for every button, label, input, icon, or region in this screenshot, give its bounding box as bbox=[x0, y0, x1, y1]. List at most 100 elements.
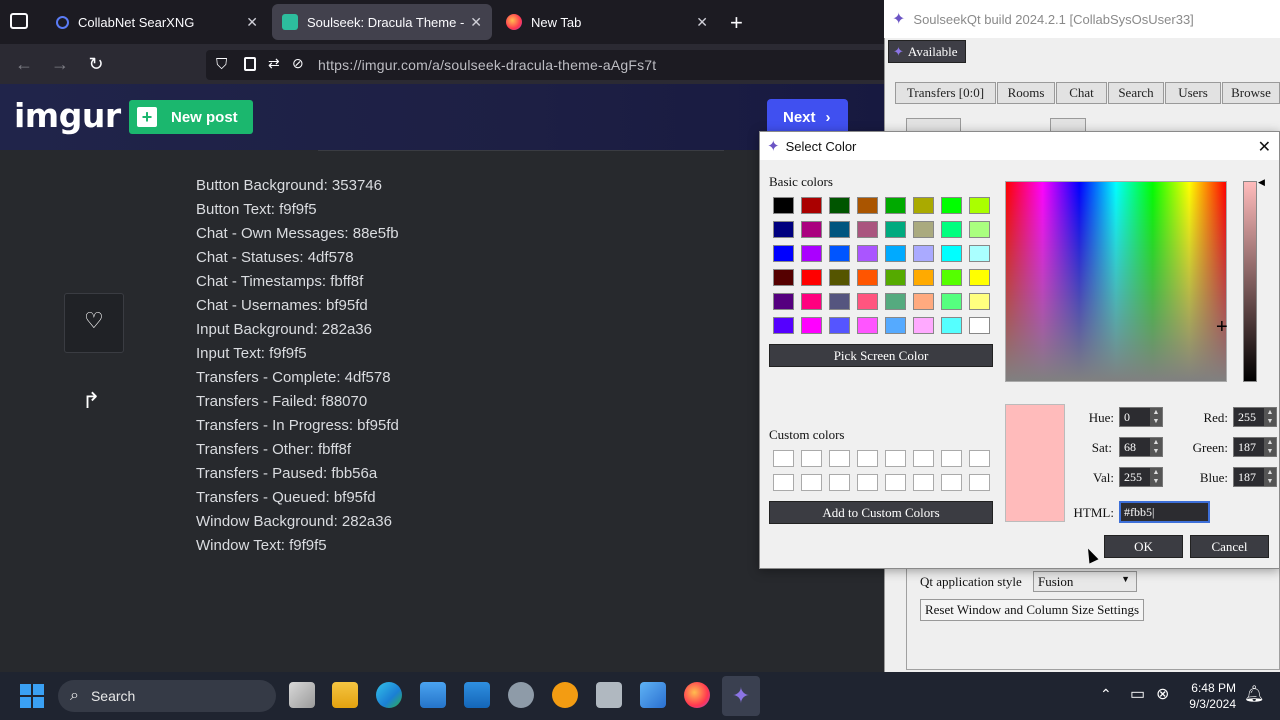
value-slider[interactable] bbox=[1243, 181, 1257, 382]
spin-arrows-icon[interactable]: ▲ ▼ bbox=[1150, 408, 1162, 426]
lock-icon[interactable] bbox=[244, 57, 256, 71]
tracking-off-icon[interactable]: ⊘ bbox=[292, 55, 304, 72]
basic-color-swatch[interactable] bbox=[969, 245, 990, 262]
basic-color-swatch[interactable] bbox=[829, 317, 850, 334]
spin-arrows-icon[interactable]: ▲ ▼ bbox=[1264, 438, 1276, 456]
tab-rooms[interactable]: Rooms bbox=[997, 82, 1055, 104]
basic-color-swatch[interactable] bbox=[773, 269, 794, 286]
tab-imgur[interactable]: Soulseek: Dracula Theme - Imgur ✕ bbox=[272, 4, 492, 40]
ok-button[interactable]: OK bbox=[1104, 535, 1183, 558]
forward-icon[interactable]: → bbox=[50, 54, 70, 74]
basic-color-swatch[interactable] bbox=[913, 269, 934, 286]
basic-color-swatch[interactable] bbox=[857, 245, 878, 262]
network-app-icon[interactable] bbox=[596, 682, 622, 708]
spin-arrows-icon[interactable]: ▲ ▼ bbox=[1150, 468, 1162, 486]
favorite-button[interactable]: ♡ bbox=[64, 293, 124, 353]
custom-color-swatch[interactable] bbox=[773, 474, 794, 491]
basic-color-swatch[interactable] bbox=[857, 269, 878, 286]
basic-color-swatch[interactable] bbox=[885, 293, 906, 310]
show-hidden-icons[interactable]: ⌃ bbox=[1100, 686, 1112, 703]
basic-color-swatch[interactable] bbox=[913, 197, 934, 214]
outlook-icon[interactable] bbox=[464, 682, 490, 708]
task-view-icon[interactable] bbox=[289, 682, 315, 708]
basic-color-swatch[interactable] bbox=[913, 221, 934, 238]
display-icon[interactable]: ▭ bbox=[1130, 684, 1145, 704]
notification-bell-icon[interactable]: 🔔︎ bbox=[1244, 684, 1264, 704]
basic-color-swatch[interactable] bbox=[913, 245, 934, 262]
soulseek-taskbar-icon[interactable]: ✦ bbox=[722, 676, 760, 716]
spin-arrows-icon[interactable]: ▲ ▼ bbox=[1264, 468, 1276, 486]
basic-color-swatch[interactable] bbox=[885, 245, 906, 262]
tab-searxng[interactable]: CollabNet SearXNG ✕ bbox=[46, 4, 268, 40]
close-tab-icon[interactable]: ✕ bbox=[246, 14, 258, 31]
basic-color-swatch[interactable] bbox=[829, 269, 850, 286]
green-spinbox[interactable]: 187 ▲ ▼ bbox=[1233, 437, 1277, 457]
basic-color-swatch[interactable] bbox=[941, 245, 962, 262]
basic-color-swatch[interactable] bbox=[913, 317, 934, 334]
basic-color-swatch[interactable] bbox=[969, 317, 990, 334]
next-button[interactable]: Next › bbox=[767, 99, 848, 135]
basic-color-swatch[interactable] bbox=[941, 221, 962, 238]
back-icon[interactable]: ← bbox=[14, 54, 34, 74]
basic-color-swatch[interactable] bbox=[773, 245, 794, 262]
basic-color-swatch[interactable] bbox=[969, 269, 990, 286]
hue-spinbox[interactable]: 0 ▲ ▼ bbox=[1119, 407, 1163, 427]
pick-screen-color-button[interactable]: Pick Screen Color bbox=[769, 344, 993, 367]
custom-color-swatch[interactable] bbox=[829, 474, 850, 491]
tab-search[interactable]: Search bbox=[1108, 82, 1164, 104]
status-button[interactable]: ✦ Available bbox=[888, 40, 966, 63]
basic-color-swatch[interactable] bbox=[829, 245, 850, 262]
qt-style-select[interactable]: Fusion ▼ bbox=[1033, 571, 1137, 592]
basic-color-swatch[interactable] bbox=[941, 317, 962, 334]
red-spinbox[interactable]: 255 ▲ ▼ bbox=[1233, 407, 1277, 427]
file-explorer-icon[interactable] bbox=[332, 682, 358, 708]
tab-chat[interactable]: Chat bbox=[1056, 82, 1107, 104]
tab-users[interactable]: Users bbox=[1165, 82, 1221, 104]
html-input[interactable]: #fbb5| bbox=[1119, 501, 1210, 523]
basic-color-swatch[interactable] bbox=[885, 197, 906, 214]
add-custom-colors-button[interactable]: Add to Custom Colors bbox=[769, 501, 993, 524]
basic-color-swatch[interactable] bbox=[857, 317, 878, 334]
val-spinbox[interactable]: 255 ▲ ▼ bbox=[1119, 467, 1163, 487]
basic-color-swatch[interactable] bbox=[801, 197, 822, 214]
hue-saturation-picker[interactable]: + bbox=[1005, 181, 1228, 382]
network-icon[interactable]: ⊗ bbox=[1156, 684, 1169, 704]
tab-browse[interactable]: Browse bbox=[1222, 82, 1280, 104]
custom-color-swatch[interactable] bbox=[829, 450, 850, 467]
tab-new-tab[interactable]: New Tab ✕ bbox=[496, 4, 718, 40]
basic-color-swatch[interactable] bbox=[801, 269, 822, 286]
basic-color-swatch[interactable] bbox=[829, 197, 850, 214]
basic-color-swatch[interactable] bbox=[941, 197, 962, 214]
basic-color-swatch[interactable] bbox=[801, 221, 822, 238]
search-magnifier-app-icon[interactable] bbox=[552, 682, 578, 708]
url-text[interactable]: https://imgur.com/a/soulseek-dracula-the… bbox=[318, 57, 656, 73]
value-slider-arrow-icon[interactable]: ◀ bbox=[1258, 177, 1265, 188]
clock-time[interactable]: 6:48 PM bbox=[1190, 681, 1236, 695]
custom-color-swatch[interactable] bbox=[969, 450, 990, 467]
basic-color-swatch[interactable] bbox=[969, 221, 990, 238]
edge-icon[interactable] bbox=[376, 682, 402, 708]
clock-date[interactable]: 9/3/2024 bbox=[1186, 697, 1236, 711]
share-button[interactable]: ↱ bbox=[80, 388, 108, 416]
basic-color-swatch[interactable] bbox=[829, 221, 850, 238]
reload-icon[interactable]: ↻ bbox=[86, 54, 106, 74]
basic-color-swatch[interactable] bbox=[773, 197, 794, 214]
custom-color-swatch[interactable] bbox=[941, 450, 962, 467]
basic-color-swatch[interactable] bbox=[885, 221, 906, 238]
permissions-icon[interactable]: ⇄ bbox=[268, 55, 280, 72]
spin-arrows-icon[interactable]: ▲ ▼ bbox=[1264, 408, 1276, 426]
reset-size-button[interactable]: Reset Window and Column Size Settings bbox=[920, 599, 1144, 621]
settings-gear-icon[interactable] bbox=[508, 682, 534, 708]
windows-start-icon[interactable] bbox=[20, 684, 44, 708]
paint-app-icon[interactable] bbox=[640, 682, 666, 708]
basic-color-swatch[interactable] bbox=[801, 245, 822, 262]
basic-color-swatch[interactable] bbox=[885, 317, 906, 334]
custom-color-swatch[interactable] bbox=[913, 474, 934, 491]
basic-color-swatch[interactable] bbox=[773, 221, 794, 238]
new-tab-icon[interactable]: + bbox=[730, 10, 743, 36]
tab-list-icon[interactable] bbox=[10, 13, 28, 29]
basic-color-swatch[interactable] bbox=[913, 293, 934, 310]
sat-spinbox[interactable]: 68 ▲ ▼ bbox=[1119, 437, 1163, 457]
custom-color-swatch[interactable] bbox=[773, 450, 794, 467]
close-tab-icon[interactable]: ✕ bbox=[470, 14, 482, 31]
